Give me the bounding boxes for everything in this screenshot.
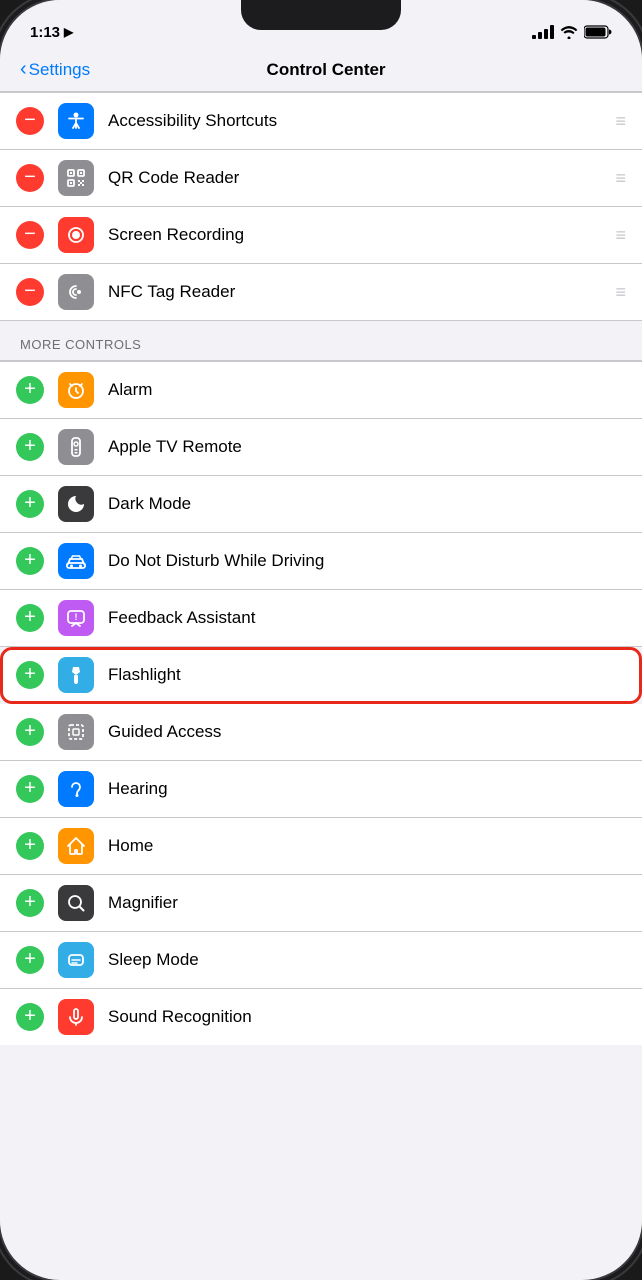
list-item: + Home	[0, 818, 642, 875]
list-item: + Do Not Disturb While Driving	[0, 533, 642, 590]
flashlight-list-item: + Flashlight	[0, 647, 642, 704]
screen-recording-label: Screen Recording	[108, 225, 607, 245]
list-item: − Accessibility Shortcuts ≡	[0, 92, 642, 150]
add-darkmode-button[interactable]: +	[16, 490, 44, 518]
phone-screen: 1:13 ▶	[0, 0, 642, 1280]
dnd-driving-icon	[58, 543, 94, 579]
list-item: − Screen Recording ≡	[0, 207, 642, 264]
included-section: − Accessibility Shortcuts ≡ −	[0, 92, 642, 321]
magnifier-label: Magnifier	[108, 893, 626, 913]
more-controls-header: MORE CONTROLS	[0, 321, 642, 361]
sleep-mode-label: Sleep Mode	[108, 950, 626, 970]
sound-recognition-label: Sound Recognition	[108, 1007, 626, 1027]
dark-mode-label: Dark Mode	[108, 494, 626, 514]
add-hearing-button[interactable]: +	[16, 775, 44, 803]
alarm-icon	[58, 372, 94, 408]
hearing-icon	[58, 771, 94, 807]
accessibility-icon	[58, 103, 94, 139]
list-item: + Dark Mode	[0, 476, 642, 533]
home-label: Home	[108, 836, 626, 856]
dnd-driving-label: Do Not Disturb While Driving	[108, 551, 626, 571]
accessibility-label: Accessibility Shortcuts	[108, 111, 607, 131]
notch	[241, 0, 401, 30]
add-dnd-driving-button[interactable]: +	[16, 547, 44, 575]
list-item: + Apple TV Remote	[0, 419, 642, 476]
list-item: − NFC Tag Reader ≡	[0, 264, 642, 321]
remove-accessibility-button[interactable]: −	[16, 107, 44, 135]
list-item: + Magnifier	[0, 875, 642, 932]
feedback-assistant-icon: !	[58, 600, 94, 636]
qr-label: QR Code Reader	[108, 168, 607, 188]
appletv-remote-label: Apple TV Remote	[108, 437, 626, 457]
nfc-icon	[58, 274, 94, 310]
nav-header: ‹ Settings Control Center	[0, 50, 642, 92]
add-magnifier-button[interactable]: +	[16, 889, 44, 917]
add-flashlight-button[interactable]: +	[16, 661, 44, 689]
guided-access-label: Guided Access	[108, 722, 626, 742]
add-sound-recognition-button[interactable]: +	[16, 1003, 44, 1031]
wifi-icon	[560, 25, 578, 39]
feedback-assistant-label: Feedback Assistant	[108, 608, 626, 628]
list-item: + ! Feedback Assistant	[0, 590, 642, 647]
sleep-mode-icon	[58, 942, 94, 978]
flashlight-label: Flashlight	[108, 665, 626, 685]
appletv-remote-icon	[58, 429, 94, 465]
drag-handle-icon: ≡	[615, 225, 626, 246]
more-controls-section: + Alarm +	[0, 361, 642, 1045]
remove-qr-button[interactable]: −	[16, 164, 44, 192]
list-item: + Sound Recognition	[0, 989, 642, 1045]
add-guided-access-button[interactable]: +	[16, 718, 44, 746]
location-icon: ▶	[64, 25, 73, 39]
qr-icon	[58, 160, 94, 196]
home-icon	[58, 828, 94, 864]
sound-recognition-icon	[58, 999, 94, 1035]
nfc-label: NFC Tag Reader	[108, 282, 607, 302]
flashlight-icon	[58, 657, 94, 693]
list-item: + Hearing	[0, 761, 642, 818]
list-item: + Alarm	[0, 361, 642, 419]
svg-text:!: !	[75, 612, 78, 622]
back-chevron-icon: ‹	[20, 58, 27, 81]
add-home-button[interactable]: +	[16, 832, 44, 860]
alarm-label: Alarm	[108, 380, 626, 400]
list-item: − QR Code Reader ≡	[0, 150, 642, 207]
page-title: Control Center	[30, 60, 622, 80]
remove-screen-recording-button[interactable]: −	[16, 221, 44, 249]
drag-handle-icon: ≡	[615, 282, 626, 303]
phone-frame: 1:13 ▶	[0, 0, 642, 1280]
dark-mode-icon	[58, 486, 94, 522]
status-icons	[532, 25, 612, 39]
guided-access-icon	[58, 714, 94, 750]
hearing-label: Hearing	[108, 779, 626, 799]
list-item: + Guided Access	[0, 704, 642, 761]
add-sleep-mode-button[interactable]: +	[16, 946, 44, 974]
time-display: 1:13	[30, 24, 60, 41]
drag-handle-icon: ≡	[615, 168, 626, 189]
add-feedback-button[interactable]: +	[16, 604, 44, 632]
magnifier-icon	[58, 885, 94, 921]
remove-nfc-button[interactable]: −	[16, 278, 44, 306]
drag-handle-icon: ≡	[615, 111, 626, 132]
status-time: 1:13 ▶	[30, 24, 73, 41]
battery-icon	[584, 25, 612, 39]
add-alarm-button[interactable]: +	[16, 376, 44, 404]
add-appletv-button[interactable]: +	[16, 433, 44, 461]
list-item: + Sleep Mode	[0, 932, 642, 989]
content-scroll[interactable]: − Accessibility Shortcuts ≡ −	[0, 92, 642, 1272]
signal-icon	[532, 25, 554, 39]
screen-recording-icon	[58, 217, 94, 253]
